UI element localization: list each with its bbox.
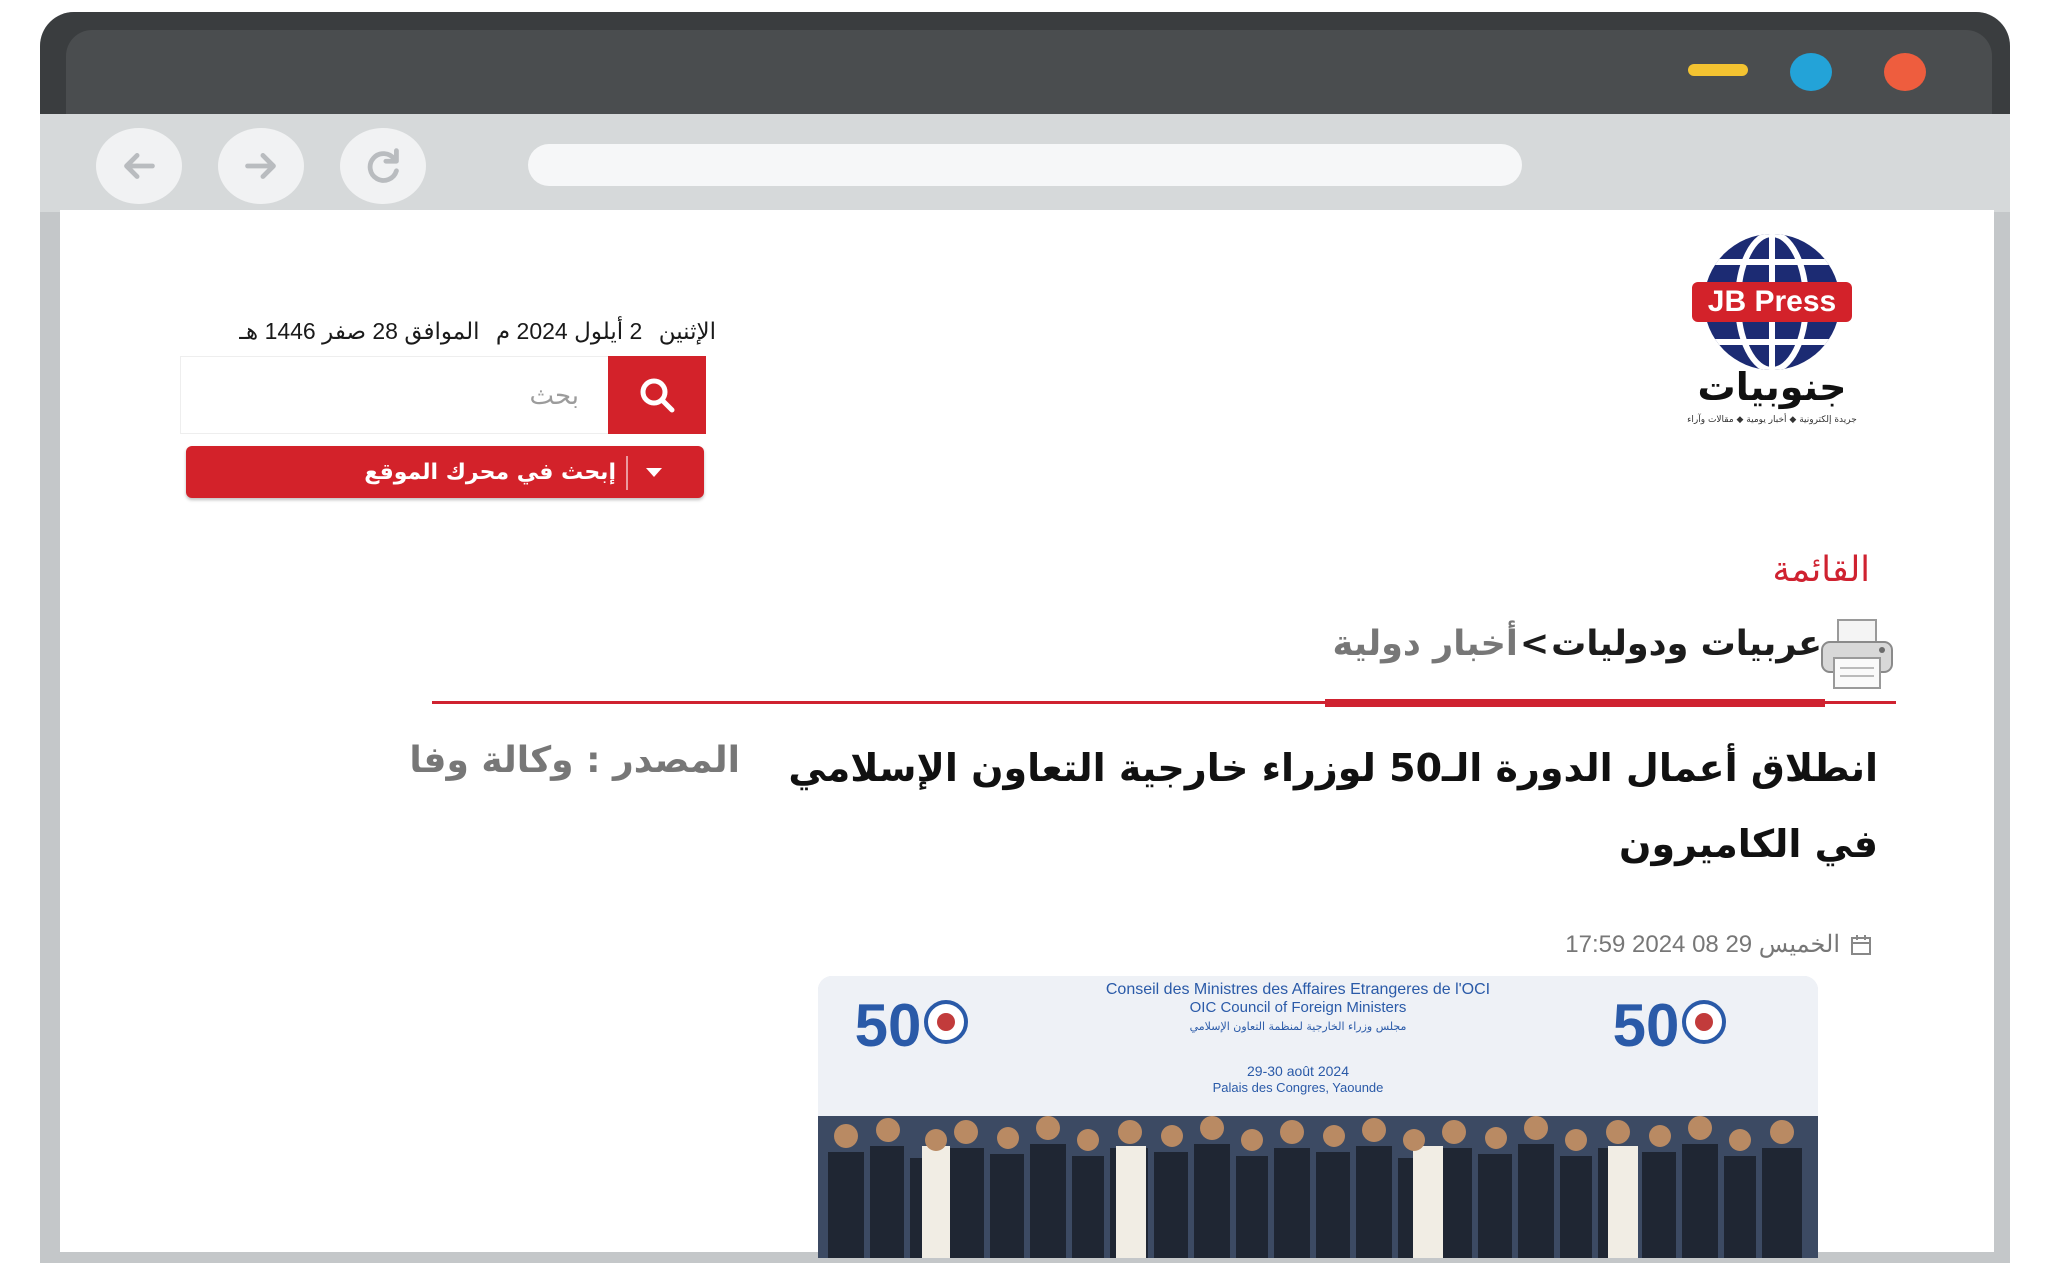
back-arrow-icon	[124, 153, 155, 179]
minimize-button[interactable]	[1688, 64, 1748, 76]
site-logo[interactable]: JB Press جنوبيات جريدة إلكترونية ◆ أخبار…	[1668, 232, 1876, 430]
close-button[interactable]	[1884, 53, 1926, 91]
search-icon	[640, 378, 675, 413]
svg-text:50: 50	[855, 992, 922, 1059]
search-input[interactable]	[181, 357, 591, 433]
svg-text:Conseil des Ministres des Affa: Conseil des Ministres des Affaires Etran…	[1106, 981, 1490, 998]
logo-brand-text: JB Press	[1708, 285, 1836, 318]
conference-photo: 50 50 Conseil des Ministres des Affaires…	[818, 976, 1818, 1258]
svg-text:50: 50	[1613, 992, 1680, 1059]
article-source: المصدر : وكالة وفا	[409, 740, 740, 781]
date-gregorian: 2 أيلول 2024 م	[495, 318, 643, 344]
print-button[interactable]	[1818, 618, 1896, 690]
back-button[interactable]	[96, 128, 182, 204]
button-divider	[626, 456, 628, 490]
reload-button[interactable]	[340, 128, 426, 204]
svg-text:OIC Council of Foreign Ministe: OIC Council of Foreign Ministers	[1190, 999, 1407, 1016]
breadcrumb-separator: >	[1519, 624, 1550, 664]
logo-arabic-text: جنوبيات	[1698, 365, 1847, 409]
forward-button[interactable]	[218, 128, 304, 204]
forward-arrow-icon	[245, 153, 276, 179]
breadcrumb: عربيات ودوليات>أخبار دولية	[1332, 624, 1822, 664]
reload-icon	[367, 148, 399, 183]
article-image[interactable]: 50 50 Conseil des Ministres des Affaires…	[818, 976, 1818, 1258]
maximize-button[interactable]	[1790, 53, 1832, 91]
svg-text:مجلس وزراء الخارجية لمنظمة الت: مجلس وزراء الخارجية لمنظمة التعاون الإسل…	[1190, 1020, 1407, 1033]
article-title: انطلاق أعمال الدورة الـ50 لوزراء خارجية …	[788, 746, 1878, 866]
address-bar[interactable]	[528, 144, 1522, 186]
breadcrumb-category[interactable]: عربيات ودوليات	[1551, 624, 1822, 664]
site-search-engine-button[interactable]: إبحث في محرك الموقع	[186, 446, 704, 498]
calendar-icon	[1851, 934, 1871, 955]
search-form	[180, 356, 706, 434]
date-weekday: الإثنين	[658, 318, 716, 344]
search-button[interactable]	[608, 356, 706, 434]
chevron-down-icon	[646, 468, 662, 477]
delegates-crowd	[818, 1116, 1818, 1258]
section-divider-highlight	[1325, 699, 1825, 707]
article-date-text: الخميس 29 08 2024 17:59	[1565, 931, 1840, 958]
header-date: الإثنين 2 أيلول 2024 م الموافق 28 صفر 14…	[180, 318, 716, 352]
logo-tagline: جريدة إلكترونية ◆ أخبار يومية ◆ مقالات و…	[1687, 413, 1857, 425]
printer-icon	[1821, 619, 1893, 689]
breadcrumb-subcategory[interactable]: أخبار دولية	[1332, 624, 1517, 664]
date-hijri: الموافق 28 صفر 1446 هـ	[239, 318, 480, 344]
svg-text:29-30 août 2024: 29-30 août 2024	[1247, 1063, 1349, 1079]
article-date: الخميس 29 08 2024 17:59	[1565, 930, 1872, 959]
menu-toggle[interactable]: القائمة	[1773, 550, 1871, 590]
svg-text:Palais des Congres, Yaounde: Palais des Congres, Yaounde	[1213, 1080, 1384, 1095]
